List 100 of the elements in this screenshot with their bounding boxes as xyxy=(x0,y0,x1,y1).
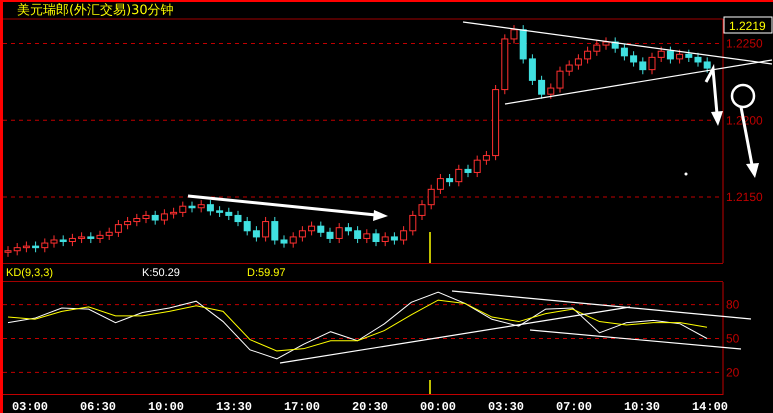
candle xyxy=(160,208,168,226)
kd-tick-label: 20 xyxy=(726,365,740,380)
candle xyxy=(694,52,702,68)
candle xyxy=(32,241,40,253)
candle xyxy=(400,226,408,246)
candle xyxy=(363,228,370,244)
time-axis-label: 20:30 xyxy=(352,400,388,413)
candle xyxy=(648,52,656,75)
candle xyxy=(298,226,306,242)
candle xyxy=(68,233,76,247)
candle xyxy=(114,220,122,238)
candle xyxy=(124,216,132,230)
price-tick-label: 1.2250 xyxy=(726,36,763,51)
candle xyxy=(510,24,518,44)
candle xyxy=(372,228,380,247)
candle xyxy=(336,222,343,244)
candle xyxy=(390,232,398,246)
candle xyxy=(602,36,610,50)
kd-tick-label: 50 xyxy=(726,332,740,346)
time-axis-label: 03:00 xyxy=(12,400,48,413)
circle-mark xyxy=(730,84,756,108)
candle xyxy=(612,36,619,54)
candle xyxy=(133,213,140,227)
candle xyxy=(574,54,582,70)
candle xyxy=(538,75,546,100)
candle xyxy=(593,40,600,56)
candle xyxy=(685,49,692,62)
arrow xyxy=(704,64,723,126)
candle xyxy=(520,24,527,64)
candle xyxy=(547,82,554,100)
candle xyxy=(418,200,426,221)
chart-title: 美元瑞郎(外汇交易)30分钟 xyxy=(17,3,174,18)
candle xyxy=(566,60,573,76)
candle xyxy=(528,54,536,86)
candle xyxy=(106,227,113,240)
time-axis-label: 14:00 xyxy=(692,400,728,413)
price-tick-label: 1.2150 xyxy=(726,190,763,204)
time-axis-label: 00:00 xyxy=(420,400,456,413)
time-axis-label: 13:30 xyxy=(216,400,252,413)
candle xyxy=(344,222,352,236)
candle xyxy=(308,221,316,236)
candle xyxy=(446,174,454,187)
indicator-name: KD(9,3,3) xyxy=(5,266,54,278)
candle xyxy=(428,184,435,210)
candle xyxy=(170,207,178,219)
candle xyxy=(206,200,214,216)
candle xyxy=(41,238,48,253)
k-value: K:50.29 xyxy=(142,266,181,278)
candle xyxy=(188,201,196,213)
candle xyxy=(455,164,462,187)
candle xyxy=(22,241,30,253)
candle xyxy=(556,66,564,94)
candle xyxy=(4,246,12,258)
candle xyxy=(262,216,270,242)
candle xyxy=(271,216,278,246)
marker-line xyxy=(429,232,431,263)
candle xyxy=(464,164,472,178)
candle xyxy=(87,232,94,244)
candle xyxy=(280,234,288,248)
current-price-badge: 1.2219 xyxy=(724,16,772,34)
candle xyxy=(409,210,416,236)
candle xyxy=(639,56,646,75)
candle xyxy=(234,210,242,227)
time-axis-label: 10:30 xyxy=(624,400,660,413)
candle xyxy=(436,174,444,194)
candle xyxy=(584,46,592,64)
candle xyxy=(252,226,260,242)
time-axis-label: 07:00 xyxy=(556,400,592,413)
candle xyxy=(666,46,674,64)
candle xyxy=(216,206,224,218)
candle xyxy=(704,56,711,74)
candle xyxy=(198,200,205,213)
time-axis-label: 10:00 xyxy=(148,400,184,413)
time-axis-label: 03:30 xyxy=(488,400,524,413)
candle xyxy=(78,232,86,244)
candle xyxy=(317,221,324,238)
candle xyxy=(60,234,67,247)
candle xyxy=(620,43,628,61)
candle xyxy=(152,210,159,226)
candle xyxy=(501,34,508,95)
dot-mark xyxy=(684,172,688,176)
candle xyxy=(658,46,665,62)
time-axis-label: 17:00 xyxy=(284,400,320,413)
candle xyxy=(474,155,481,178)
candle xyxy=(50,234,58,248)
time-axis-label: 06:30 xyxy=(80,400,116,413)
candle xyxy=(244,216,251,236)
candle xyxy=(14,242,21,256)
candle xyxy=(630,50,638,68)
marker-line xyxy=(429,380,431,394)
candle xyxy=(382,232,389,247)
candle xyxy=(225,207,232,221)
d-value: D:59.97 xyxy=(247,266,286,278)
candle xyxy=(142,210,150,224)
candle xyxy=(290,232,297,248)
kd-tick-label: 80 xyxy=(726,298,740,312)
candle xyxy=(354,226,362,244)
candle xyxy=(676,49,684,64)
candle xyxy=(96,230,104,244)
candle xyxy=(482,150,490,166)
